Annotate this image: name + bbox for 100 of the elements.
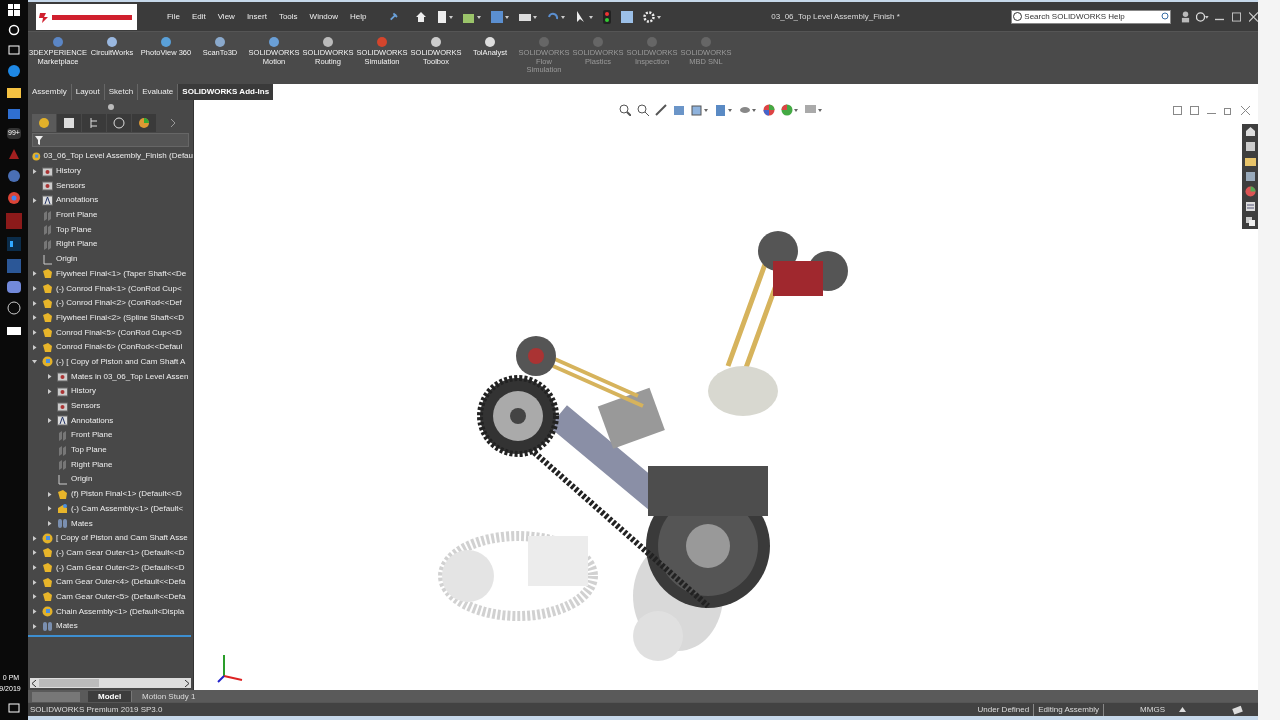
monitor-icon[interactable]	[805, 104, 823, 116]
tree-item[interactable]: (-) [ Copy of Piston and Cam Shaft A	[56, 355, 186, 368]
expand-arrow-icon[interactable]	[32, 594, 37, 600]
expand-arrow-icon[interactable]	[32, 565, 37, 571]
tree-item[interactable]: (-) Conrod Final<2> (ConRod<<Def	[56, 297, 182, 310]
cube-icon[interactable]	[1244, 141, 1256, 152]
photoshop-icon[interactable]	[7, 236, 21, 251]
menu-item[interactable]: Help	[346, 10, 371, 23]
store-icon[interactable]	[7, 106, 21, 120]
display-manager-tab[interactable]	[132, 114, 156, 132]
configuration-manager-tab[interactable]	[82, 114, 106, 132]
maximize-icon[interactable]	[1231, 11, 1241, 22]
tree-item[interactable]: Annotations	[71, 414, 114, 427]
tree-item[interactable]: Conrod Final<5> (ConRod Cup<<D	[56, 326, 182, 339]
home-icon[interactable]	[415, 10, 428, 23]
save-icon[interactable]	[491, 10, 510, 23]
tree-item[interactable]: Top Plane	[71, 444, 107, 457]
search-field[interactable]: Search SOLIDWORKS Help	[1011, 9, 1172, 24]
traffic-light-icon[interactable]	[603, 9, 612, 24]
folder-icon[interactable]	[1244, 156, 1256, 167]
expand-arrow-icon[interactable]	[47, 521, 52, 527]
user-icon[interactable]	[1181, 10, 1191, 23]
tree-item[interactable]: (-) Cam Gear Outer<2> (Default<<D	[56, 561, 185, 574]
browser-icon[interactable]	[7, 64, 21, 78]
zoom-area-icon[interactable]	[637, 104, 649, 116]
tree-item[interactable]: History	[71, 385, 96, 398]
tree-item[interactable]: Cam Gear Outer<5> (Default<<Defa	[56, 590, 186, 603]
word-icon[interactable]	[7, 258, 21, 273]
tree-item[interactable]: 03_06_Top Level Assembly_Finish (Defau	[43, 150, 193, 163]
filter-field[interactable]	[32, 133, 189, 147]
restore-icon[interactable]	[1224, 105, 1233, 115]
expand-arrow-icon[interactable]	[47, 506, 52, 512]
view-orientation-icon[interactable]	[691, 104, 709, 116]
tree-item[interactable]: Origin	[71, 473, 93, 486]
tree-item[interactable]: Flywheel Final<1> (Taper Shaft<<De	[56, 267, 187, 280]
expand-arrow-icon[interactable]	[32, 535, 37, 541]
tree-item[interactable]: Top Plane	[56, 223, 92, 236]
expand-arrow-icon[interactable]	[32, 315, 37, 321]
expand-arrow-icon[interactable]	[32, 623, 37, 629]
ribbon-tab[interactable]: SOLIDWORKS Add-Ins	[178, 84, 274, 100]
close-icon[interactable]	[1248, 11, 1258, 22]
tree-item[interactable]: Annotations	[56, 194, 99, 207]
menu-item[interactable]: Window	[305, 10, 343, 23]
scroll-right-icon[interactable]	[184, 679, 189, 687]
appearance-icon[interactable]	[763, 104, 775, 116]
expand-arrow-icon[interactable]	[32, 300, 37, 306]
menu-item[interactable]: Edit	[187, 10, 210, 23]
tree-item[interactable]: Cam Gear Outer<4> (Default<<Defa	[56, 576, 186, 589]
tree-item[interactable]: History	[56, 165, 81, 178]
feature-manager-tab[interactable]	[32, 114, 56, 132]
tree-item[interactable]: Sensors	[56, 179, 86, 192]
tree-item[interactable]: [ Copy of Piston and Cam Shaft Asse	[56, 532, 188, 545]
expand-arrow-icon[interactable]	[32, 168, 37, 174]
tree-item[interactable]: Right Plane	[71, 458, 113, 471]
scrollbar-thumb[interactable]	[39, 679, 99, 687]
expand-arrow-icon[interactable]	[47, 388, 52, 394]
windows-icon[interactable]	[1244, 216, 1256, 227]
home-icon[interactable]	[1244, 126, 1256, 137]
expand-arrow-icon[interactable]	[47, 418, 52, 424]
tree-item[interactable]: Sensors	[71, 400, 101, 413]
expand-arrow-icon[interactable]	[32, 609, 37, 615]
property-manager-tab[interactable]	[57, 114, 81, 132]
scroll-left-icon[interactable]	[32, 679, 37, 687]
dimxpert-tab[interactable]	[107, 114, 131, 132]
appearance-icon[interactable]	[1244, 186, 1256, 197]
expand-arrow-icon[interactable]	[32, 550, 37, 556]
app-icon[interactable]	[7, 168, 21, 183]
previous-view-icon[interactable]	[655, 104, 667, 116]
menu-item[interactable]: Insert	[242, 10, 271, 23]
select-pointer-icon[interactable]	[575, 10, 594, 23]
chrome-icon[interactable]	[7, 190, 21, 205]
tree-item[interactable]: Origin	[56, 253, 78, 266]
expand-arrow-icon[interactable]	[32, 344, 37, 350]
tree-item[interactable]: Front Plane	[71, 429, 113, 442]
tree-item[interactable]: (-) Cam Gear Outer<1> (Default<<D	[56, 546, 185, 559]
splitter-handle[interactable]	[107, 104, 114, 110]
view-palette-icon[interactable]	[1244, 171, 1256, 182]
expand-arrow-icon[interactable]	[32, 271, 37, 277]
tree-item[interactable]: (-) Cam Assembly<1> (Default<	[71, 502, 184, 515]
tree-item[interactable]: Mates in 03_06_Top Level Assen	[71, 370, 189, 383]
tile-right-icon[interactable]	[1190, 105, 1199, 115]
collapse-arrow-icon[interactable]	[32, 359, 37, 365]
tree-item[interactable]: (f) Piston Final<1> (Default<<D	[71, 488, 182, 501]
search-icon[interactable]	[8, 24, 20, 36]
task-view-icon[interactable]	[8, 44, 20, 56]
caret-up-icon[interactable]	[1179, 707, 1186, 712]
hide-show-icon[interactable]	[739, 104, 757, 116]
bottom-tab[interactable]: Model	[88, 691, 132, 702]
zoom-to-fit-icon[interactable]	[619, 104, 631, 116]
windows-start-icon[interactable]	[8, 4, 20, 16]
chevron-right-icon[interactable]	[169, 118, 177, 128]
section-view-icon[interactable]	[673, 104, 685, 116]
new-document-icon[interactable]	[437, 10, 454, 23]
help-icon[interactable]	[1196, 10, 1209, 23]
display-style-icon[interactable]	[715, 104, 733, 116]
expand-arrow-icon[interactable]	[47, 491, 52, 497]
tree-item[interactable]: Chain Assembly<1> (Default<Displa	[56, 605, 185, 618]
tree-item[interactable]: Mates	[56, 620, 78, 633]
settings-icon[interactable]	[643, 10, 662, 23]
tile-left-icon[interactable]	[1173, 105, 1182, 115]
